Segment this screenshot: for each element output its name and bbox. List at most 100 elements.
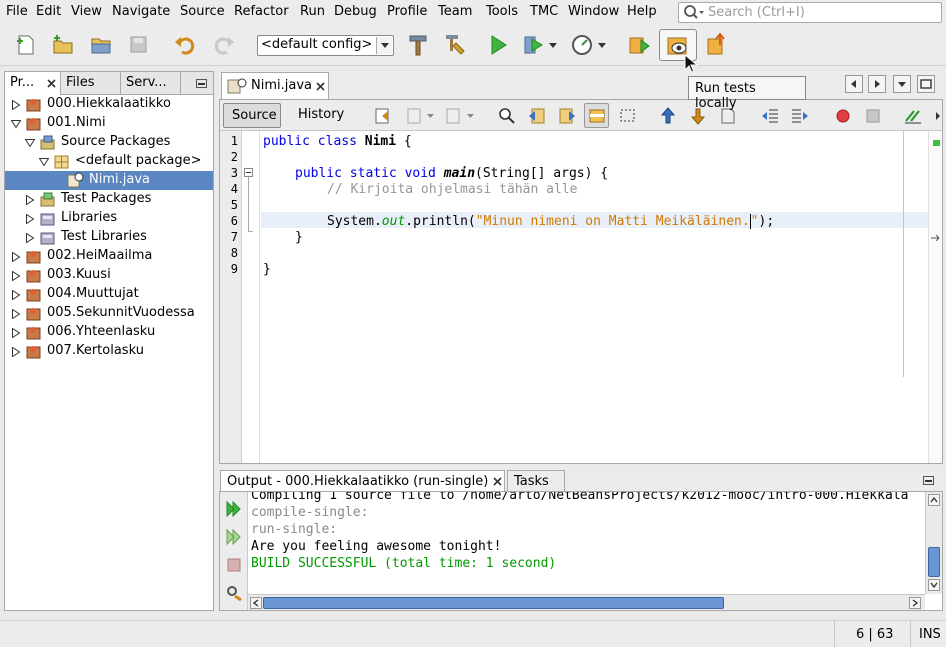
- expand-toggle-closed-icon[interactable]: [11, 289, 21, 301]
- close-icon[interactable]: [493, 477, 502, 486]
- find-selection-icon[interactable]: [497, 106, 517, 126]
- shift-left-icon[interactable]: [760, 106, 780, 126]
- tree-item[interactable]: Nimi.java: [5, 171, 213, 190]
- tab-output[interactable]: Output - 000.Hiekkalaatikko (run-single): [220, 470, 505, 492]
- tree-item[interactable]: Source Packages: [5, 133, 213, 152]
- expand-toggle-closed-icon[interactable]: [11, 251, 21, 263]
- show-opened-documents-button[interactable]: [893, 75, 911, 93]
- new-project-icon[interactable]: [51, 33, 75, 57]
- expand-toggle-closed-icon[interactable]: [11, 346, 21, 358]
- source-view-button[interactable]: Source: [223, 103, 281, 128]
- expand-toggle-open-icon[interactable]: [10, 118, 22, 129]
- config-select[interactable]: <default config>: [257, 35, 394, 56]
- tab-tasks[interactable]: Tasks: [507, 470, 565, 492]
- comment-icon[interactable]: [903, 106, 923, 126]
- undo-icon[interactable]: [173, 33, 197, 57]
- minimize-icon[interactable]: [196, 79, 207, 88]
- scroll-down-icon[interactable]: [928, 579, 940, 591]
- fold-minus-icon[interactable]: [244, 168, 253, 177]
- run-icon[interactable]: [486, 33, 510, 57]
- horizontal-scroll-thumb[interactable]: [263, 597, 724, 609]
- start-macro-icon[interactable]: [833, 106, 853, 126]
- tree-item[interactable]: 001.Nimi: [5, 114, 213, 133]
- menu-tmc[interactable]: TMC: [530, 4, 558, 19]
- tree-item[interactable]: Test Packages: [5, 190, 213, 209]
- expand-toggle-open-icon[interactable]: [24, 137, 36, 148]
- error-stripe[interactable]: [928, 131, 942, 463]
- output-vertical-scrollbar[interactable]: [925, 492, 942, 594]
- maximize-window-button[interactable]: [917, 75, 935, 93]
- tree-item[interactable]: 004.Muuttujat: [5, 285, 213, 304]
- tree-item[interactable]: 002.HeiMaailma: [5, 247, 213, 266]
- expand-toggle-closed-icon[interactable]: [11, 327, 21, 339]
- menu-navigate[interactable]: Navigate: [112, 4, 170, 19]
- menu-source[interactable]: Source: [180, 4, 225, 19]
- output-horizontal-scrollbar[interactable]: [248, 594, 925, 610]
- menu-run[interactable]: Run: [300, 4, 325, 19]
- chevron-down-icon[interactable]: [598, 43, 606, 49]
- tab-files[interactable]: Files: [61, 72, 121, 95]
- tree-item[interactable]: 000.Hiekkalaatikko: [5, 95, 213, 114]
- last-edit-icon[interactable]: [373, 106, 393, 126]
- tree-item[interactable]: 003.Kuusi: [5, 266, 213, 285]
- minimize-icon[interactable]: [923, 476, 934, 485]
- close-icon[interactable]: [47, 79, 56, 88]
- tmc-test-icon[interactable]: [627, 33, 651, 57]
- menu-debug[interactable]: Debug: [334, 4, 377, 19]
- expand-toggle-closed-icon[interactable]: [25, 232, 35, 244]
- find-next-icon[interactable]: [557, 106, 577, 126]
- chevron-right-icon[interactable]: [934, 112, 942, 120]
- close-icon[interactable]: [316, 82, 325, 91]
- tree-item[interactable]: Libraries: [5, 209, 213, 228]
- menu-profile[interactable]: Profile: [387, 4, 427, 19]
- scroll-left-icon[interactable]: [250, 597, 262, 609]
- chevron-down-icon[interactable]: [549, 43, 557, 49]
- expand-toggle-closed-icon[interactable]: [11, 308, 21, 320]
- rerun-icon[interactable]: [225, 500, 243, 518]
- expand-toggle-closed-icon[interactable]: [11, 270, 21, 282]
- find-previous-icon[interactable]: [527, 106, 547, 126]
- clean-build-icon[interactable]: [444, 33, 468, 57]
- scroll-up-icon[interactable]: [928, 494, 940, 506]
- rerun-with-params-icon[interactable]: [225, 528, 243, 546]
- profile-icon[interactable]: [570, 33, 594, 57]
- output-text[interactable]: Compiling 1 source file to /home/arto/Ne…: [251, 492, 923, 594]
- menu-team[interactable]: Team: [438, 4, 472, 19]
- debug-icon[interactable]: [522, 33, 546, 57]
- search-input[interactable]: Search (Ctrl+I): [678, 2, 942, 23]
- tab-nimi-java[interactable]: Nimi.java: [221, 72, 329, 99]
- tree-item[interactable]: 006.Yhteenlasku: [5, 323, 213, 342]
- shift-right-icon[interactable]: [790, 106, 810, 126]
- expand-toggle-closed-icon[interactable]: [25, 194, 35, 206]
- settings-icon[interactable]: [225, 584, 243, 602]
- code-area[interactable]: public class Nimi { public static void m…: [261, 131, 928, 463]
- open-project-icon[interactable]: [89, 33, 113, 57]
- tab-projects[interactable]: Pr...: [5, 72, 61, 95]
- previous-bookmark-icon[interactable]: [658, 106, 678, 126]
- rect-selection-icon[interactable]: [618, 106, 638, 126]
- build-hammer-icon[interactable]: [407, 33, 431, 57]
- new-file-icon[interactable]: [14, 33, 38, 57]
- menu-help[interactable]: Help: [627, 4, 657, 19]
- chevron-down-icon[interactable]: [467, 114, 474, 119]
- menu-edit[interactable]: Edit: [36, 4, 61, 19]
- history-view-button[interactable]: History: [290, 103, 354, 128]
- scroll-tabs-left-button[interactable]: [845, 75, 863, 93]
- menu-view[interactable]: View: [71, 4, 102, 19]
- menu-file[interactable]: File: [6, 4, 28, 19]
- tree-item[interactable]: Test Libraries: [5, 228, 213, 247]
- menu-refactor[interactable]: Refactor: [234, 4, 289, 19]
- chevron-down-icon[interactable]: [427, 114, 434, 119]
- expand-toggle-closed-icon[interactable]: [11, 99, 21, 111]
- scroll-right-icon[interactable]: [909, 597, 921, 609]
- tab-services[interactable]: Serv...: [121, 72, 181, 95]
- menu-window[interactable]: Window: [568, 4, 619, 19]
- submit-icon[interactable]: [705, 33, 729, 57]
- tree-item[interactable]: <default package>: [5, 152, 213, 171]
- tree-item[interactable]: 005.SekunnitVuodessa: [5, 304, 213, 323]
- vertical-scroll-thumb[interactable]: [928, 547, 940, 577]
- expand-toggle-closed-icon[interactable]: [25, 213, 35, 225]
- toggle-highlight-button[interactable]: [584, 103, 609, 128]
- expand-toggle-open-icon[interactable]: [38, 156, 50, 167]
- scroll-tabs-right-button[interactable]: [868, 75, 886, 93]
